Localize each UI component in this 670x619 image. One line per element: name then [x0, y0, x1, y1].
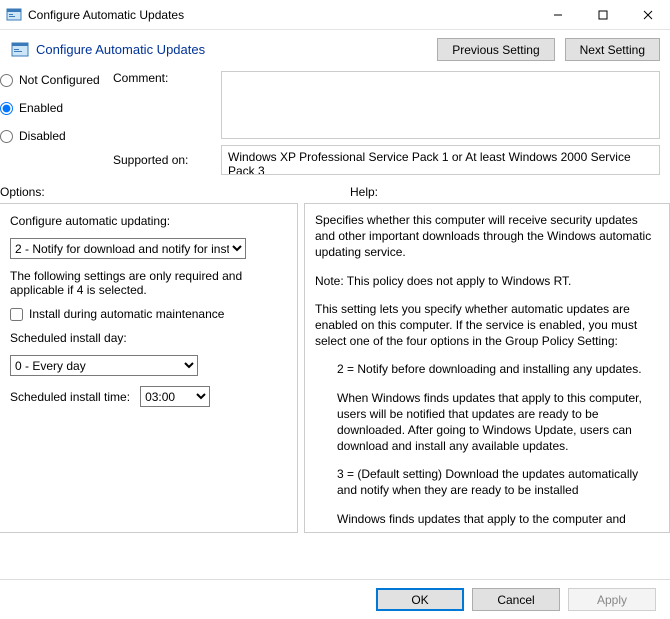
configure-updating-select[interactable]: 2 - Notify for download and notify for i… — [10, 238, 246, 259]
help-text: This setting lets you specify whether au… — [315, 301, 659, 350]
app-icon — [6, 7, 22, 23]
help-text: 3 = (Default setting) Download the updat… — [315, 466, 659, 498]
install-during-maintenance-row[interactable]: Install during automatic maintenance — [10, 307, 287, 321]
radio-enabled[interactable]: Enabled — [0, 101, 105, 115]
help-text: Windows finds updates that apply to the … — [315, 511, 659, 527]
close-button[interactable] — [625, 0, 670, 30]
help-text: Note: This policy does not apply to Wind… — [315, 273, 659, 289]
previous-setting-button[interactable]: Previous Setting — [437, 38, 554, 61]
ok-button[interactable]: OK — [376, 588, 464, 611]
options-requirement-note: The following settings are only required… — [10, 269, 287, 297]
page-title: Configure Automatic Updates — [36, 42, 205, 57]
titlebar: Configure Automatic Updates — [0, 0, 670, 30]
cancel-button[interactable]: Cancel — [472, 588, 560, 611]
radio-enabled-input[interactable] — [0, 102, 13, 115]
minimize-button[interactable] — [535, 0, 580, 30]
help-text: When Windows finds updates that apply to… — [315, 390, 659, 455]
options-label: Options: — [0, 185, 300, 199]
comment-textarea[interactable] — [221, 71, 660, 139]
apply-button[interactable]: Apply — [568, 588, 656, 611]
options-panel: Configure automatic updating: 2 - Notify… — [0, 203, 298, 533]
footer: OK Cancel Apply — [0, 579, 670, 619]
scheduled-time-label: Scheduled install time: — [10, 390, 130, 404]
maximize-button[interactable] — [580, 0, 625, 30]
radio-not-configured-label: Not Configured — [19, 73, 100, 87]
help-label: Help: — [350, 185, 378, 199]
scheduled-day-label: Scheduled install day: — [10, 331, 287, 345]
configure-updating-label: Configure automatic updating: — [10, 214, 287, 228]
supported-on-text: Windows XP Professional Service Pack 1 o… — [228, 150, 631, 175]
radio-disabled-label: Disabled — [19, 129, 66, 143]
window-title: Configure Automatic Updates — [28, 8, 535, 22]
install-during-maintenance-label: Install during automatic maintenance — [29, 307, 224, 321]
radio-disabled-input[interactable] — [0, 130, 13, 143]
help-text: Specifies whether this computer will rec… — [315, 212, 659, 261]
comment-label: Comment: — [113, 71, 213, 85]
help-scroll[interactable]: Specifies whether this computer will rec… — [305, 204, 669, 532]
scheduled-time-select[interactable]: 03:00 — [140, 386, 210, 407]
policy-icon — [10, 40, 30, 60]
radio-enabled-label: Enabled — [19, 101, 63, 115]
scheduled-day-select[interactable]: 0 - Every day — [10, 355, 198, 376]
install-during-maintenance-checkbox[interactable] — [10, 308, 23, 321]
radio-disabled[interactable]: Disabled — [0, 129, 105, 143]
supported-on-label: Supported on: — [113, 153, 188, 167]
radio-not-configured-input[interactable] — [0, 74, 13, 87]
help-panel: Specifies whether this computer will rec… — [304, 203, 670, 533]
help-text: 2 = Notify before downloading and instal… — [315, 361, 659, 377]
radio-not-configured[interactable]: Not Configured — [0, 73, 105, 87]
state-radio-group: Not Configured Enabled Disabled — [0, 71, 105, 157]
supported-on-box[interactable]: Windows XP Professional Service Pack 1 o… — [221, 145, 660, 175]
next-setting-button[interactable]: Next Setting — [565, 38, 660, 61]
header-row: Configure Automatic Updates Previous Set… — [0, 30, 670, 67]
